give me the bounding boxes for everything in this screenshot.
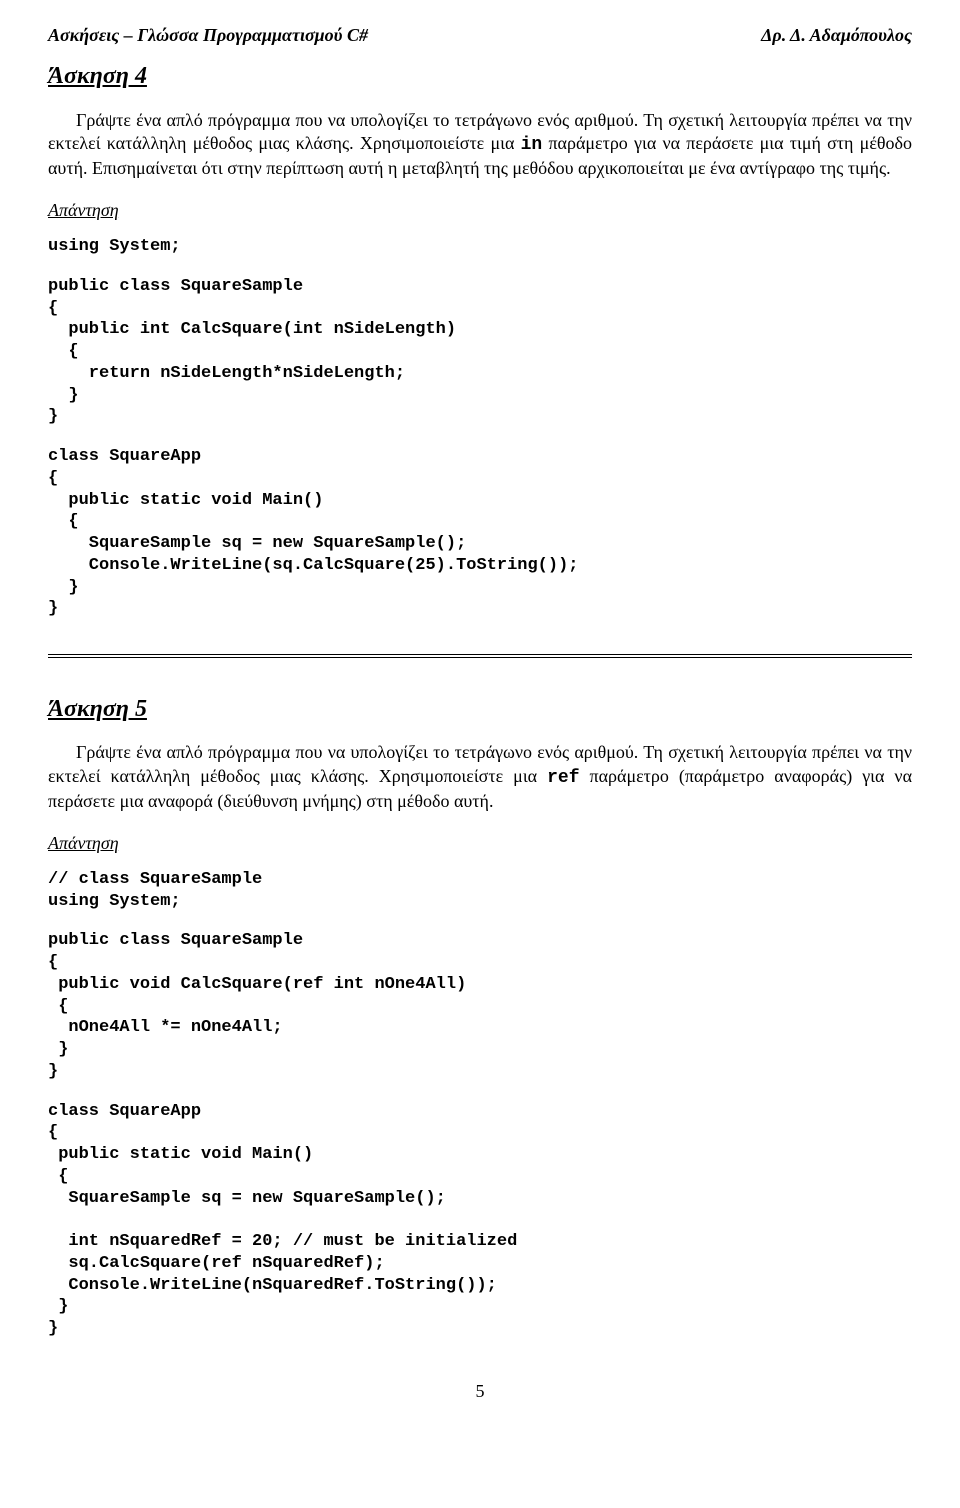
exercise-4-answer-label: Απάντηση <box>48 199 912 222</box>
ex5-inline-code: ref <box>547 768 579 788</box>
exercise-5-code-block-2: public class SquareSample { public void … <box>48 930 912 1082</box>
exercise-4-code-block-2: public class SquareSample { public int C… <box>48 276 912 428</box>
exercise-5-code-block-3: class SquareApp { public static void Mai… <box>48 1101 912 1340</box>
page-number: 5 <box>48 1380 912 1403</box>
ex4-inline-code: in <box>521 135 543 155</box>
exercise-5-title: Άσκηση 5 <box>48 694 912 725</box>
exercise-4-description: Γράψτε ένα απλό πρόγραμμα που να υπολογί… <box>48 109 912 181</box>
exercise-5-description: Γράψτε ένα απλό πρόγραμμα που να υπολογί… <box>48 741 912 813</box>
exercise-4-code-block-3: class SquareApp { public static void Mai… <box>48 446 912 620</box>
exercise-5-code-block-1: // class SquareSample using System; <box>48 869 912 913</box>
exercise-4-code-block-1: using System; <box>48 236 912 258</box>
page-header: Ασκήσεις – Γλώσσα Προγραμματισμού C# Δρ.… <box>48 24 912 47</box>
exercise-5-answer-label: Απάντηση <box>48 832 912 855</box>
header-left: Ασκήσεις – Γλώσσα Προγραμματισμού C# <box>48 24 368 47</box>
header-right: Δρ. Δ. Αδαμόπουλος <box>761 24 912 47</box>
section-divider <box>48 654 912 658</box>
exercise-4-title: Άσκηση 4 <box>48 61 912 92</box>
